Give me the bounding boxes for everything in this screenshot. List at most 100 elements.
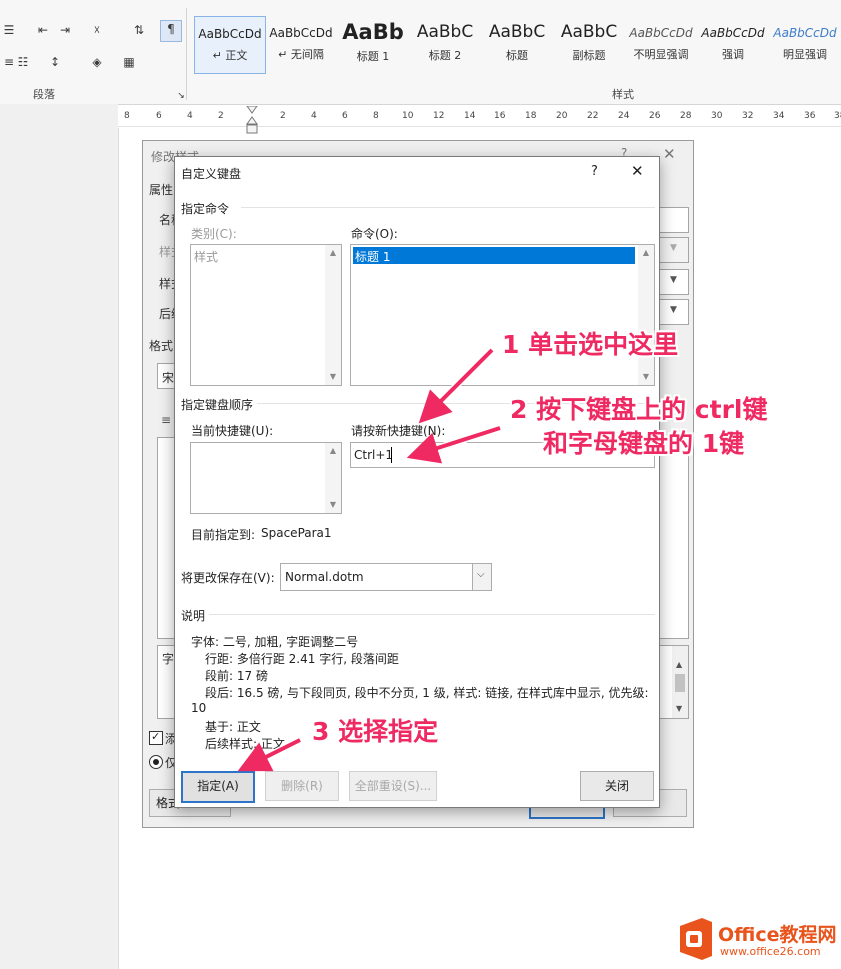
ruler-number: 34	[773, 111, 785, 121]
style-name: 强调	[722, 48, 744, 61]
show-marks-icon[interactable]: ¶	[160, 20, 182, 42]
only-this-doc-radio[interactable]	[149, 755, 163, 769]
reset-all-button[interactable]: 全部重设(S)...	[349, 771, 437, 801]
style-heading-1[interactable]: AaBb 标题 1	[338, 16, 408, 72]
customize-keyboard-dialog: 自定义键盘 ? ✕ 指定命令 类别(C): 样式 ▲ ▼ 命令(O): 标题 1 …	[174, 156, 660, 808]
borders-icon[interactable]: ▦	[120, 54, 138, 70]
next-style-select[interactable]: ▼	[655, 299, 689, 325]
close-icon[interactable]: ✕	[631, 162, 644, 180]
style-emphasis[interactable]: AaBbCcDd 强调	[698, 16, 768, 72]
style-sample: AaBbCcDd	[269, 26, 333, 40]
style-subtle-emphasis[interactable]: AaBbCcDd 不明显强调	[626, 16, 696, 72]
page-edge	[118, 128, 123, 969]
description-line: 字体: 二号, 加粗, 字距调整二号	[191, 635, 359, 649]
ruler-number: 18	[525, 111, 537, 121]
ruler-number: 6	[342, 111, 348, 121]
line-spacing-icon[interactable]: ↕	[46, 54, 64, 70]
section-divider	[241, 207, 655, 208]
ruler-number: 28	[680, 111, 692, 121]
dialog-launcher-icon[interactable]: ↘	[172, 88, 190, 104]
dialog-title: 自定义键盘	[181, 167, 242, 181]
description-line: 段后: 16.5 磅, 与下段同页, 段中不分页, 1 级, 样式: 链接, 在…	[205, 686, 649, 700]
save-in-select[interactable]: Normal.dotm ⌵	[280, 563, 492, 591]
remove-button-label: 删除(R)	[281, 779, 323, 793]
sort-icon[interactable]: ⇅	[130, 22, 148, 38]
commands-label: 命令(O):	[351, 227, 398, 241]
scrollbar[interactable]: ▲ ▼	[325, 245, 341, 385]
ruler-number: 6	[156, 111, 162, 121]
scrollbar[interactable]: ▲ ▼	[325, 443, 341, 513]
ruler-number: 22	[587, 111, 599, 121]
ruler-number: 30	[711, 111, 723, 121]
description-line: 行距: 多倍行距 2.41 字行, 段落间距	[205, 652, 399, 666]
style-intense-emphasis[interactable]: AaBbCcDd 明显强调	[770, 16, 840, 72]
help-icon[interactable]: ?	[591, 164, 598, 179]
chinese-layout-icon[interactable]: ☓	[88, 22, 106, 38]
commands-list[interactable]: 标题 1 ▲ ▼	[350, 244, 655, 386]
reset-all-button-label: 全部重设(S)...	[354, 779, 432, 793]
current-keys-list[interactable]: ▲ ▼	[190, 442, 342, 514]
ruler-number: 14	[464, 111, 476, 121]
shading-icon[interactable]: ◈	[88, 54, 106, 70]
text-cursor	[391, 447, 392, 463]
align-icon: ≡	[161, 413, 172, 427]
style-sample: AaBbCcDd	[629, 26, 693, 40]
ruler-number: 36	[804, 111, 816, 121]
ruler-number: 32	[742, 111, 754, 121]
add-to-gallery-checkbox[interactable]: ✓	[149, 730, 163, 745]
decrease-indent-icon[interactable]: ⇤	[34, 22, 52, 38]
style-normal[interactable]: AaBbCcDd ↵ 正文	[194, 16, 266, 74]
style-type-select[interactable]: ▼	[655, 237, 689, 263]
description-section: 说明	[181, 609, 206, 623]
current-keys-label: 当前快捷键(U):	[191, 424, 274, 438]
new-shortcut-label: 请按新快捷键(N):	[351, 424, 446, 438]
key-sequence-section: 指定键盘顺序	[181, 398, 254, 412]
indent-marker[interactable]	[246, 106, 258, 134]
annotation-step2-line1: 2 按下键盘上的 ctrl键	[510, 395, 768, 424]
horizontal-ruler[interactable]: 8 6 4 2 2 4 6 8 10 12 14 16 18 20 22 24 …	[118, 108, 841, 127]
format-label: 格式	[149, 339, 174, 353]
document-margin	[0, 104, 118, 969]
name-input[interactable]	[655, 207, 689, 233]
ruler-number: 4	[187, 111, 193, 121]
style-title[interactable]: AaBbC 标题	[482, 16, 552, 72]
watermark-brand: Office教程网	[718, 924, 837, 946]
save-in-value: Normal.dotm	[285, 570, 364, 584]
style-base-select[interactable]: ▼	[655, 269, 689, 295]
annotation-step2-line2: 和字母键盘的 1键	[543, 429, 745, 458]
style-sample: AaBb	[342, 20, 404, 44]
close-button[interactable]: 关闭	[580, 771, 654, 801]
style-heading-2[interactable]: AaBbC 标题 2	[410, 16, 480, 72]
remove-button[interactable]: 删除(R)	[265, 771, 339, 801]
assign-button[interactable]: 指定(A)	[181, 771, 255, 803]
ruler-number: 24	[618, 111, 630, 121]
ribbon: ☰ ⇤ ⇥ ☓ ⇅ ¶ ≡ ☷ ↕ ◈ ▦ 段落 ↘ AaBbCcDd ↵ 正文…	[0, 0, 841, 105]
style-name: 明显强调	[783, 48, 827, 61]
categories-list[interactable]: 样式 ▲ ▼	[190, 244, 342, 386]
distributed-icon[interactable]: ☷	[14, 54, 32, 70]
group-divider	[186, 8, 187, 100]
close-icon[interactable]: ✕	[663, 145, 676, 163]
description-line: 后续样式: 正文	[205, 737, 285, 751]
style-sample: AaBbCcDd	[773, 26, 837, 40]
scrollbar[interactable]: ▲ ▼	[672, 646, 688, 718]
multilevel-list-icon[interactable]: ☰	[0, 22, 18, 38]
ruler-number: 2	[280, 111, 286, 121]
new-shortcut-value: Ctrl+1	[354, 448, 394, 462]
assign-button-label: 指定(A)	[197, 779, 239, 793]
watermark-url: www.office26.com	[720, 945, 821, 958]
increase-indent-icon[interactable]: ⇥	[56, 22, 74, 38]
style-name: ↵ 无间隔	[278, 48, 324, 61]
style-no-spacing[interactable]: AaBbCcDd ↵ 无间隔	[266, 16, 336, 72]
section-divider	[209, 614, 655, 615]
properties-label: 属性	[149, 183, 174, 197]
assigned-to-label: 目前指定到:	[191, 528, 256, 542]
command-item-selected[interactable]: 标题 1	[353, 247, 635, 264]
chevron-down-icon[interactable]: ⌵	[472, 564, 491, 590]
style-subtitle[interactable]: AaBbC 副标题	[554, 16, 624, 72]
scrollbar[interactable]: ▲ ▼	[638, 245, 654, 385]
style-gallery: AaBbCcDd ↵ 正文 AaBbCcDd ↵ 无间隔 AaBb 标题 1 A…	[190, 12, 841, 74]
category-item[interactable]: 样式	[194, 248, 218, 265]
style-sample: AaBbC	[488, 22, 546, 42]
style-sample: AaBbC	[416, 22, 474, 42]
